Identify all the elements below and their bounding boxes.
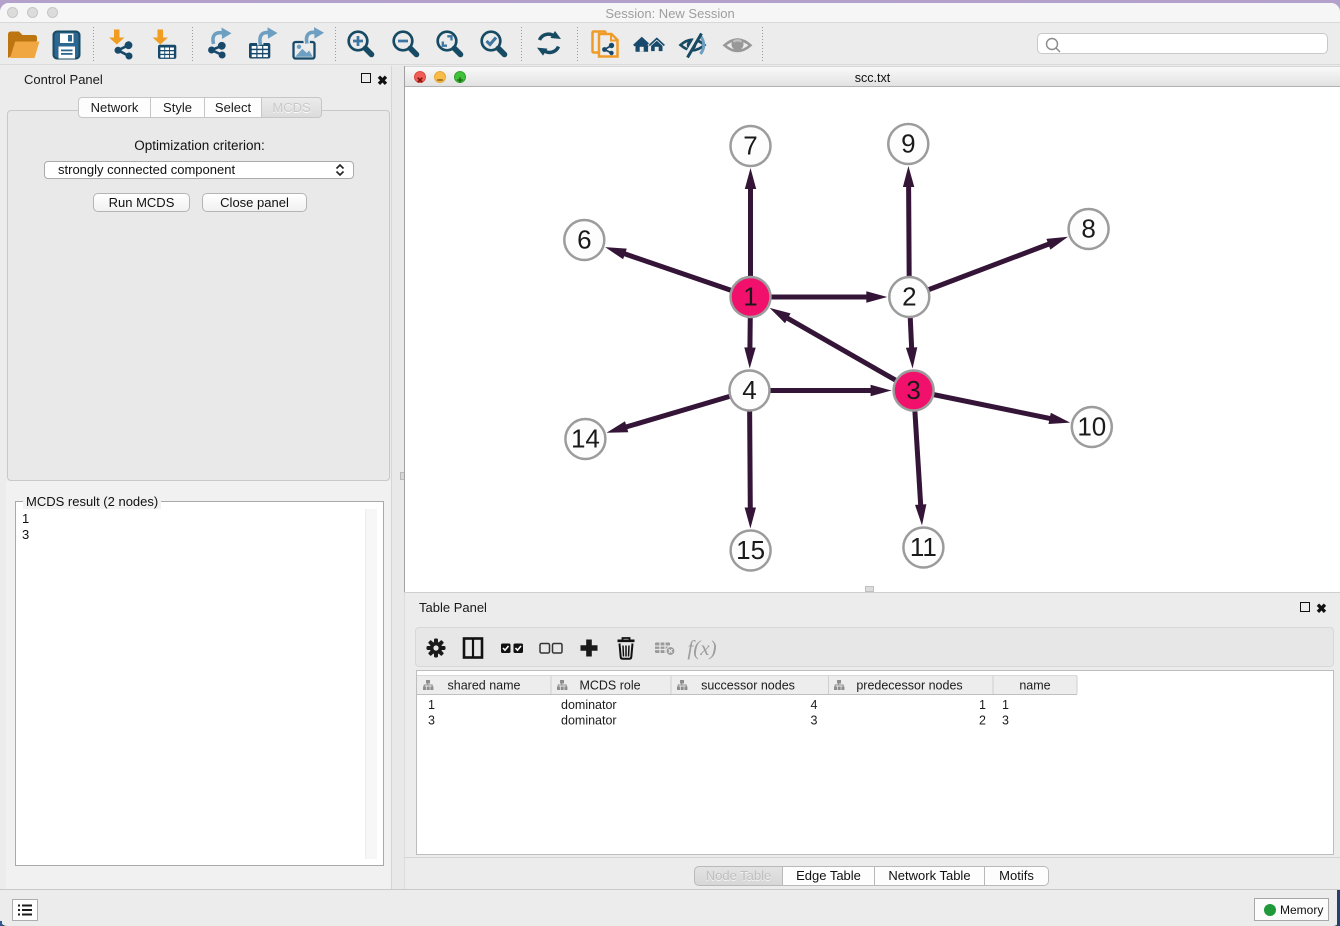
- svg-text:3: 3: [811, 714, 818, 728]
- svg-text:dominator: dominator: [561, 714, 617, 728]
- svg-text:1: 1: [979, 698, 986, 712]
- svg-text:1: 1: [428, 698, 435, 712]
- svg-text:MCDS role: MCDS role: [579, 679, 640, 693]
- svg-text:6: 6: [577, 225, 591, 255]
- svg-text:15: 15: [736, 535, 765, 565]
- svg-text:2: 2: [902, 282, 916, 312]
- svg-text:8: 8: [1081, 214, 1095, 244]
- svg-text:3: 3: [1002, 714, 1009, 728]
- svg-text:7: 7: [743, 131, 757, 161]
- svg-text:9: 9: [901, 129, 915, 159]
- svg-text:predecessor nodes: predecessor nodes: [856, 679, 962, 693]
- svg-text:2: 2: [979, 714, 986, 728]
- svg-text:14: 14: [571, 424, 600, 454]
- svg-text:1: 1: [743, 282, 757, 312]
- svg-text:successor nodes: successor nodes: [701, 679, 795, 693]
- svg-text:shared name: shared name: [448, 679, 521, 693]
- svg-text:name: name: [1019, 679, 1050, 693]
- svg-text:4: 4: [811, 698, 818, 712]
- svg-text:10: 10: [1077, 412, 1106, 442]
- svg-text:3: 3: [906, 375, 920, 405]
- svg-text:f(x): f(x): [687, 636, 716, 660]
- svg-text:11: 11: [910, 532, 937, 562]
- svg-text:3: 3: [428, 714, 435, 728]
- svg-text:4: 4: [742, 375, 756, 405]
- svg-text:dominator: dominator: [561, 698, 617, 712]
- svg-text:1: 1: [1002, 698, 1009, 712]
